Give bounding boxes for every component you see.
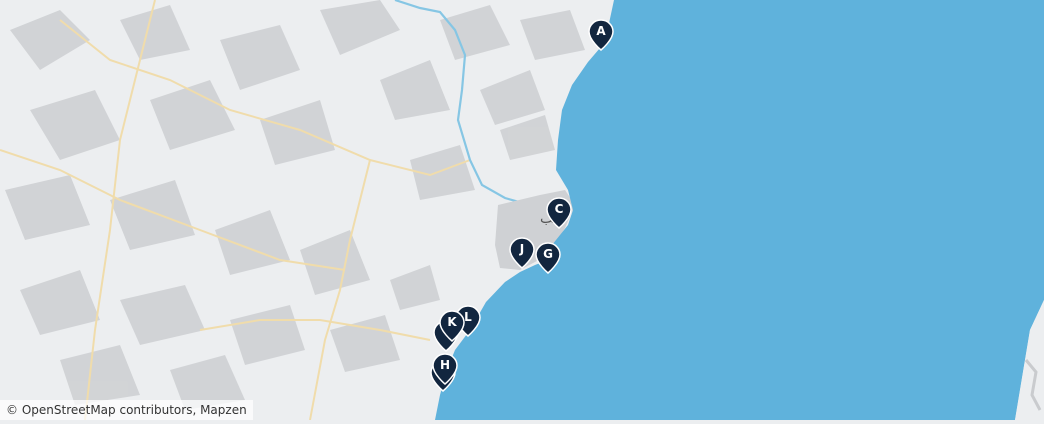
marker-label: H	[439, 358, 451, 372]
map-marker-c[interactable]: C	[546, 197, 572, 229]
map-marker-g[interactable]: G	[535, 242, 561, 274]
map-marker-h[interactable]: H	[432, 353, 458, 385]
map-marker-a[interactable]: A	[588, 19, 614, 51]
marker-label: G	[543, 247, 553, 261]
map-canvas[interactable]: دهب A C J G L K H	[0, 0, 1044, 421]
map-marker-k[interactable]: K	[439, 310, 465, 342]
attribution-text: © OpenStreetMap contributors, Mapzen	[6, 403, 247, 417]
map-marker-j[interactable]: J	[509, 237, 535, 269]
map-tiles: دهب	[0, 0, 1044, 421]
map-attribution[interactable]: © OpenStreetMap contributors, Mapzen	[0, 400, 253, 420]
marker-label: A	[596, 24, 606, 38]
marker-label: J	[519, 242, 525, 256]
marker-label: C	[554, 202, 564, 216]
marker-label: K	[447, 315, 457, 329]
